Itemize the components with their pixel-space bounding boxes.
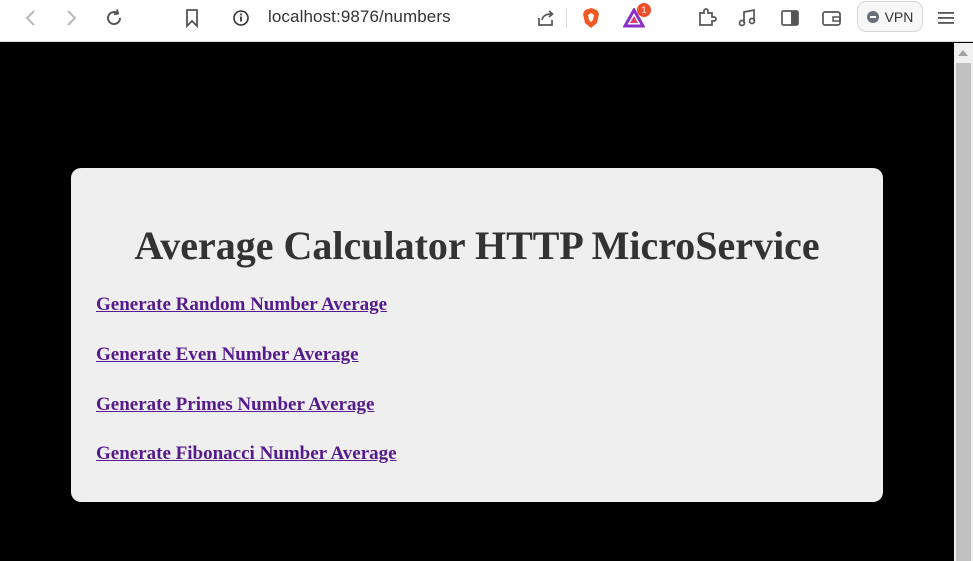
reload-icon [107,9,122,26]
vpn-label: VPN [884,8,914,25]
extensions-icon [699,8,717,26]
share-icon [538,10,554,26]
site-info-icon [233,10,249,26]
back-button[interactable] [16,5,46,31]
vpn-button[interactable]: VPN [857,1,923,32]
back-icon [25,10,35,26]
vpn-icon [866,10,879,23]
browser-toolbar: localhost:9876/numbers 1 VPN [0,0,973,42]
even-average-link[interactable]: Generate Even Number Average [96,344,359,366]
sidebar-icon [781,10,799,26]
notification-badge: 1 [637,3,651,17]
site-info-button[interactable] [226,5,256,31]
wallet-icon [822,11,841,26]
extensions-button[interactable] [692,5,722,31]
bookmark-button[interactable] [177,5,207,31]
wallet-button[interactable] [817,5,847,31]
content-card: Average Calculator HTTP MicroService Gen… [71,168,883,502]
brave-shields-icon [583,8,599,28]
menu-icon [938,12,954,24]
bookmark-icon [186,9,198,28]
brave-shields-button[interactable] [576,5,606,31]
address-separator [566,8,567,28]
forward-icon [67,10,77,26]
fibonacci-average-link[interactable]: Generate Fibonacci Number Average [96,443,397,465]
page-title: Average Calculator HTTP MicroService [134,223,820,268]
sidebar-button[interactable] [775,5,805,31]
random-average-link[interactable]: Generate Random Number Average [96,294,387,316]
menu-button[interactable] [931,5,961,31]
url-text[interactable]: localhost:9876/numbers [268,7,451,27]
forward-button[interactable] [56,5,86,31]
share-button[interactable] [531,5,561,31]
reload-button[interactable] [99,5,129,31]
scroll-up-arrow-icon[interactable] [958,50,968,56]
media-icon [738,8,756,27]
primes-average-link[interactable]: Generate Primes Number Average [96,394,374,416]
scroll-thumb[interactable] [956,63,971,561]
media-button[interactable] [732,5,762,31]
